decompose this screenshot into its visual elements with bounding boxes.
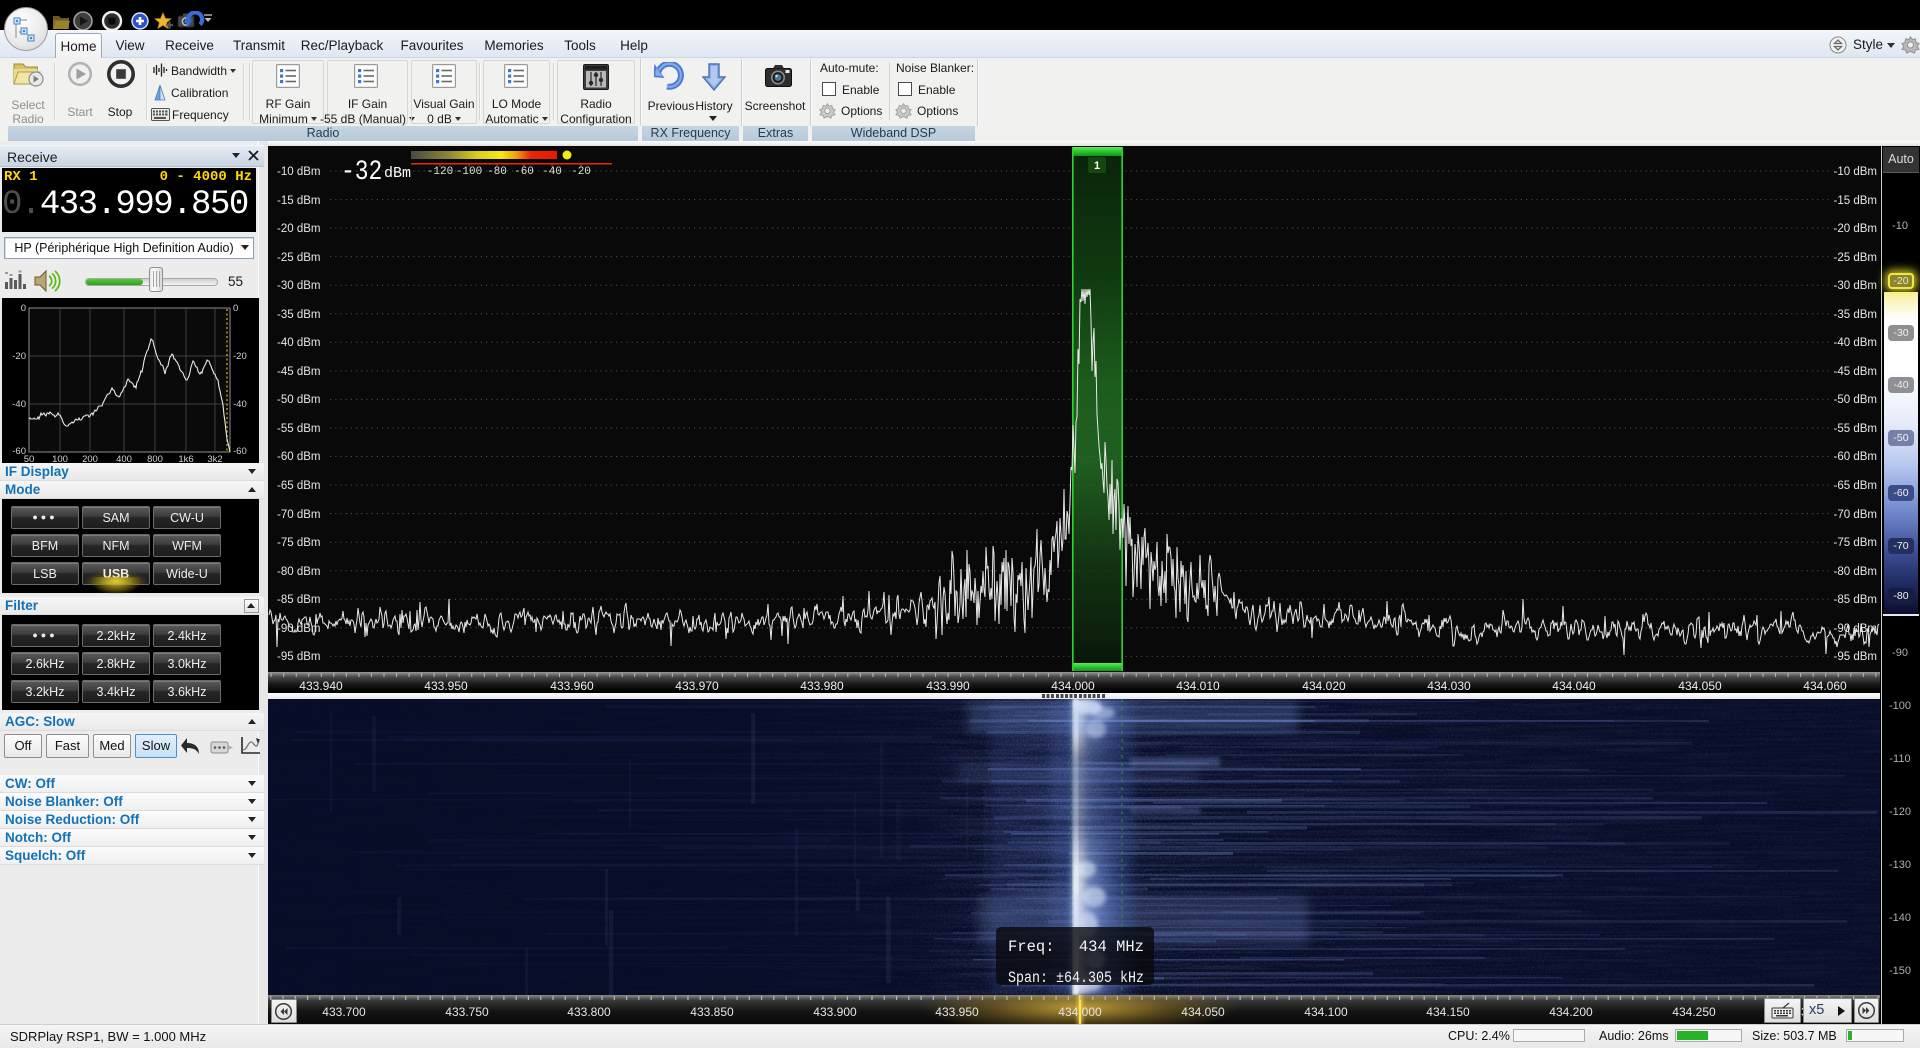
- svg-text:-40: -40: [542, 166, 562, 178]
- svg-text:0: 0: [233, 303, 238, 314]
- svg-text:-60: -60: [514, 166, 534, 178]
- svg-text:-25 dBm: -25 dBm: [1834, 252, 1877, 264]
- svg-text:-20 dBm: -20 dBm: [277, 223, 320, 235]
- svg-text:-85 dBm: -85 dBm: [277, 594, 320, 606]
- svg-text:-70 dBm: -70 dBm: [277, 509, 320, 521]
- svg-text:-15 dBm: -15 dBm: [1834, 195, 1877, 207]
- svg-text:-20: -20: [233, 351, 247, 362]
- svg-text:-95 dBm: -95 dBm: [1834, 651, 1877, 663]
- svg-text:-40: -40: [12, 399, 26, 410]
- svg-text:-35 dBm: -35 dBm: [1834, 309, 1877, 321]
- svg-text:-120: -120: [427, 166, 453, 178]
- svg-text:-20: -20: [12, 351, 26, 362]
- svg-text:-40 dBm: -40 dBm: [1834, 337, 1877, 349]
- svg-text:-25 dBm: -25 dBm: [277, 252, 320, 264]
- svg-text:-90 dBm: -90 dBm: [1834, 623, 1877, 635]
- svg-text:-45 dBm: -45 dBm: [1834, 366, 1877, 378]
- svg-text:-40: -40: [233, 399, 247, 410]
- svg-text:-30 dBm: -30 dBm: [1834, 280, 1877, 292]
- svg-text:Span: ±64.305 kHz: Span: ±64.305 kHz: [1008, 969, 1144, 987]
- svg-text:-80: -80: [487, 166, 507, 178]
- svg-text:-30 dBm: -30 dBm: [277, 280, 320, 292]
- svg-text:Freq:: Freq:: [1008, 938, 1055, 956]
- svg-text:-85 dBm: -85 dBm: [1834, 594, 1877, 606]
- svg-text:-45 dBm: -45 dBm: [277, 366, 320, 378]
- svg-text:-75 dBm: -75 dBm: [1834, 537, 1877, 549]
- svg-text:-90 dBm: -90 dBm: [277, 623, 320, 635]
- svg-text:-55 dBm: -55 dBm: [1834, 423, 1877, 435]
- svg-text:434 MHz: 434 MHz: [1079, 938, 1144, 956]
- svg-text:-20 dBm: -20 dBm: [1834, 223, 1877, 235]
- svg-text:-40 dBm: -40 dBm: [277, 337, 320, 349]
- svg-text:-35 dBm: -35 dBm: [277, 309, 320, 321]
- svg-text:-80 dBm: -80 dBm: [1834, 566, 1877, 578]
- svg-text:0: 0: [21, 303, 26, 314]
- svg-text:-65 dBm: -65 dBm: [277, 480, 320, 492]
- svg-text:-20: -20: [571, 166, 591, 178]
- svg-text:-10 dBm: -10 dBm: [277, 166, 320, 178]
- svg-text:dBm: dBm: [384, 165, 411, 182]
- svg-text:-80 dBm: -80 dBm: [277, 566, 320, 578]
- svg-text:-60 dBm: -60 dBm: [277, 451, 320, 463]
- svg-text:-95 dBm: -95 dBm: [277, 651, 320, 663]
- svg-text:-100: -100: [456, 166, 482, 178]
- svg-text:-50 dBm: -50 dBm: [1834, 394, 1877, 406]
- svg-text:-60: -60: [233, 446, 247, 457]
- svg-text:-60 dBm: -60 dBm: [1834, 451, 1877, 463]
- svg-text:-65 dBm: -65 dBm: [1834, 480, 1877, 492]
- svg-text:-55 dBm: -55 dBm: [277, 423, 320, 435]
- svg-text:-10 dBm: -10 dBm: [1834, 166, 1877, 178]
- svg-text:-32: -32: [341, 156, 382, 188]
- svg-text:-15 dBm: -15 dBm: [277, 195, 320, 207]
- svg-text:1: 1: [1094, 160, 1100, 172]
- svg-text:-75 dBm: -75 dBm: [277, 537, 320, 549]
- svg-text:-70 dBm: -70 dBm: [1834, 509, 1877, 521]
- svg-text:-50 dBm: -50 dBm: [277, 394, 320, 406]
